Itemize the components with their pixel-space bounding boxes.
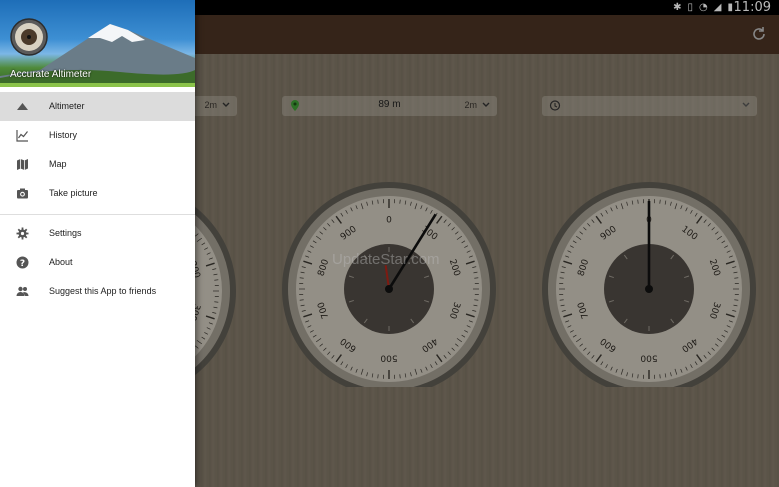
app-name: Accurate Altimeter [10,69,92,80]
chevron-down-icon[interactable] [221,100,231,110]
gauge-scale-label: 500 [640,353,657,363]
altimeter-gauge-gps: 0100200300400500600700800900 [282,182,496,387]
nav-item-label: Take picture [49,188,98,198]
nav-item-take-picture[interactable]: Take picture [0,179,195,208]
app-logo-icon [10,18,48,56]
nav-item-label: Suggest this App to friends [49,286,157,296]
navigation-drawer: Accurate Altimeter Altimeter History Map… [0,0,195,487]
nav-item-label: Altimeter [49,101,85,111]
gauge-scale-label: 500 [380,353,397,363]
altimeter-gauge-pressure: 0100200300400500600700800900 [542,182,756,387]
drawer-divider [0,214,195,215]
status-time: 11:09 [733,0,771,15]
pressure-altitude-field[interactable] [542,96,757,116]
help-icon: ? [16,256,29,269]
gps-unit-label: 2m [464,100,477,110]
gps-altitude-field[interactable]: 89 m 2m [282,96,497,116]
left-unit-label: 2m [204,100,217,110]
nav-item-label: Settings [49,228,82,238]
chevron-down-icon[interactable] [481,100,491,110]
map-icon [17,159,28,170]
mountain-icon [17,103,28,110]
drawer-header: Accurate Altimeter [0,0,195,87]
svg-text:?: ? [20,259,25,269]
camera-icon [17,188,28,199]
people-icon [16,286,29,296]
signal-icon: ◢ [713,2,722,13]
chevron-down-icon[interactable] [741,100,751,110]
bluetooth-icon: ✱ [673,2,682,13]
nav-item-about[interactable]: ? About [0,248,195,277]
wifi-icon: ◔ [699,2,708,13]
nav-item-history[interactable]: History [0,121,195,150]
battery-icon: ▮ [727,2,733,13]
nav-item-label: History [49,130,78,140]
nav-item-suggest[interactable]: Suggest this App to friends [0,277,195,306]
nav-item-label: About [49,257,73,267]
status-icons: ✱ ▯ ◔ ◢ ▮ [673,1,733,14]
vibrate-icon: ▯ [687,2,694,13]
refresh-icon[interactable] [751,26,767,42]
nav-item-map[interactable]: Map [0,150,195,179]
gauge-scale-label: 0 [386,216,392,226]
clock-icon [549,100,561,111]
nav-item-label: Map [49,159,67,169]
nav-item-altimeter[interactable]: Altimeter [0,92,195,121]
nav-item-settings[interactable]: Settings [0,219,195,248]
header-accent-line [0,83,195,87]
gear-icon [16,227,29,240]
chart-line-icon [16,130,28,142]
